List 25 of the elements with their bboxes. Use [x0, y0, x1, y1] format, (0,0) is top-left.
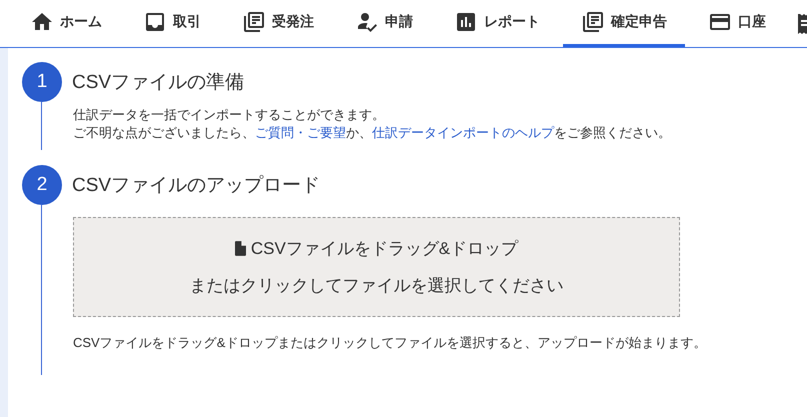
step-title: CSVファイルのアップロード: [72, 174, 320, 198]
dropzone-text: またはクリックしてファイルを選択してください: [190, 275, 564, 297]
step-title: CSVファイルの準備: [72, 71, 244, 95]
nav-tab[interactable]: 受発注: [224, 0, 332, 47]
person-check-icon: [355, 10, 379, 34]
nav-tab[interactable]: 確定申告: [563, 0, 685, 47]
documents-icon: [581, 10, 605, 34]
dropzone-text: CSVファイルをドラッグ&ドロップ: [250, 238, 518, 260]
file-dropzone[interactable]: CSVファイルをドラッグ&ドロップ またはクリックしてファイルを選択してください: [73, 217, 680, 317]
documents-icon: [242, 10, 266, 34]
nav-tab[interactable]: 取引: [125, 0, 219, 47]
step-number: 1: [22, 62, 62, 102]
upload-note: CSVファイルをドラッグ&ドロップまたはクリックしてファイルを選択すると、アップロードが始まります。: [73, 334, 708, 352]
help-link[interactable]: 仕訳データインポートのヘルプ: [372, 125, 554, 140]
nav-tab[interactable]: 申請: [337, 0, 431, 47]
nav-tab[interactable]: ホーム: [12, 0, 120, 47]
description-text: ご不明な点がございましたら、ご質問・ご要望か、仕訳データインポートのヘルプをご参照ください。: [73, 124, 672, 142]
nav-tab[interactable]: 口座: [690, 0, 784, 47]
nav-tab[interactable]: レポート: [436, 0, 558, 47]
file-icon: [234, 241, 246, 256]
description-text: 仕訳データを一括でインポートすることができます。: [73, 106, 386, 124]
step-number: 2: [22, 165, 62, 205]
inbox-icon: [143, 10, 167, 34]
bar-chart-icon: [454, 10, 478, 34]
help-link[interactable]: ご質問・ご要望: [255, 125, 346, 140]
